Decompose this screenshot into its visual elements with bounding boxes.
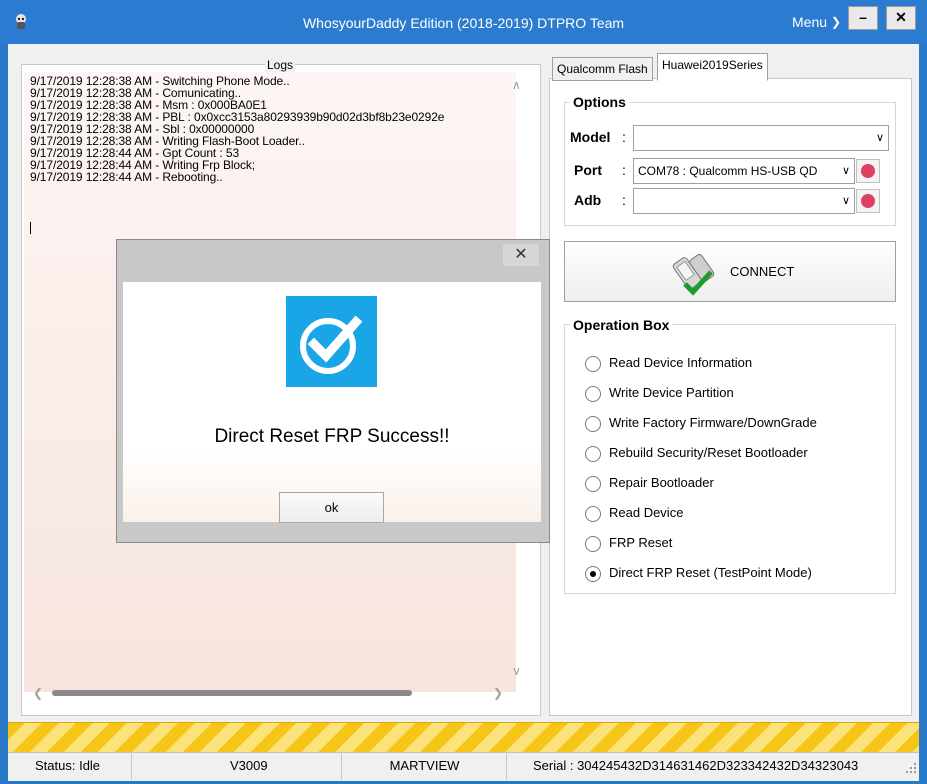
port-colon: : bbox=[622, 162, 626, 178]
dialog-message: Direct Reset FRP Success!! bbox=[214, 426, 450, 447]
phone-connect-icon bbox=[672, 254, 715, 296]
radio-button[interactable] bbox=[585, 476, 601, 492]
scroll-left-icon[interactable]: ❮ bbox=[33, 686, 43, 700]
adb-label: Adb bbox=[574, 192, 602, 208]
radio-label: Write Device Partition bbox=[609, 385, 734, 400]
status-text: Status: Idle bbox=[35, 758, 101, 773]
radio-label: Rebuild Security/Reset Bootloader bbox=[609, 445, 808, 460]
version-text: V3009 bbox=[131, 752, 341, 780]
window-title: WhosyourDaddy Edition (2018-2019) DTPRO … bbox=[302, 15, 625, 31]
chevron-down-icon: ∨ bbox=[875, 132, 884, 144]
text-caret bbox=[30, 222, 31, 234]
radio-button-selected[interactable] bbox=[585, 566, 601, 582]
chevron-down-icon: ∨ bbox=[838, 159, 850, 183]
operation-box-legend: Operation Box bbox=[570, 317, 673, 333]
chevron-down-icon: ∨ bbox=[841, 195, 850, 207]
radio-label: Read Device Information bbox=[609, 355, 753, 370]
title-bar: WhosyourDaddy Edition (2018-2019) DTPRO … bbox=[0, 0, 927, 44]
close-button[interactable]: ✕ bbox=[886, 6, 916, 30]
options-legend: Options bbox=[570, 94, 629, 110]
log-line: 9/17/2019 12:28:44 AM - Rebooting.. bbox=[30, 170, 223, 184]
menu-button[interactable]: Menu bbox=[792, 14, 827, 30]
radio-button[interactable] bbox=[585, 386, 601, 402]
port-refresh-button[interactable] bbox=[856, 159, 880, 183]
scroll-down-icon[interactable]: ∨ bbox=[512, 664, 521, 678]
radio-label: Write Factory Firmware/DownGrade bbox=[609, 415, 817, 430]
model-label: Model bbox=[570, 129, 611, 145]
radio-button[interactable] bbox=[585, 356, 601, 372]
adb-select[interactable]: ∨ bbox=[633, 188, 855, 214]
radio-label: Repair Bootloader bbox=[609, 475, 714, 490]
radio-button[interactable] bbox=[585, 506, 601, 522]
minimize-button[interactable]: – bbox=[848, 6, 878, 30]
chevron-down-icon[interactable]: ❯ bbox=[831, 15, 841, 29]
scroll-up-icon[interactable]: ∧ bbox=[512, 78, 521, 92]
dialog-close-button[interactable]: ✕ bbox=[503, 244, 539, 266]
connect-label: CONNECT bbox=[730, 264, 795, 279]
adb-colon: : bbox=[622, 192, 626, 208]
tab-huawei2019series[interactable]: Huawei2019Series bbox=[657, 53, 768, 81]
tab-qualcomm-flash[interactable]: Qualcomm Flash bbox=[552, 57, 653, 81]
resize-grip-icon[interactable] bbox=[905, 762, 917, 774]
progress-bar bbox=[8, 722, 919, 753]
serial-text: Serial : 304245432D314631462D323342432D3… bbox=[506, 752, 916, 780]
scroll-right-icon[interactable]: ❯ bbox=[493, 686, 503, 700]
port-label: Port bbox=[574, 162, 602, 178]
port-value: COM78 : Qualcomm HS-USB QD bbox=[638, 164, 818, 178]
logs-legend: Logs bbox=[265, 58, 296, 72]
radio-label: Read Device bbox=[609, 505, 684, 520]
radio-button[interactable] bbox=[585, 536, 601, 552]
ok-button[interactable]: ok bbox=[279, 492, 384, 523]
radio-label: Direct FRP Reset (TestPoint Mode) bbox=[609, 565, 812, 580]
adb-refresh-button[interactable] bbox=[856, 189, 880, 213]
connect-button[interactable]: CONNECT bbox=[564, 241, 896, 302]
model-select[interactable]: ∨ bbox=[633, 125, 889, 151]
brand-text: MARTVIEW bbox=[341, 752, 507, 780]
success-check-icon bbox=[286, 296, 377, 387]
radio-button[interactable] bbox=[585, 416, 601, 432]
radio-button[interactable] bbox=[585, 446, 601, 462]
horizontal-scrollbar-thumb[interactable] bbox=[52, 690, 412, 696]
model-colon: : bbox=[622, 129, 626, 145]
port-select[interactable]: COM78 : Qualcomm HS-USB QD ∨ bbox=[633, 158, 855, 184]
radio-label: FRP Reset bbox=[609, 535, 673, 550]
